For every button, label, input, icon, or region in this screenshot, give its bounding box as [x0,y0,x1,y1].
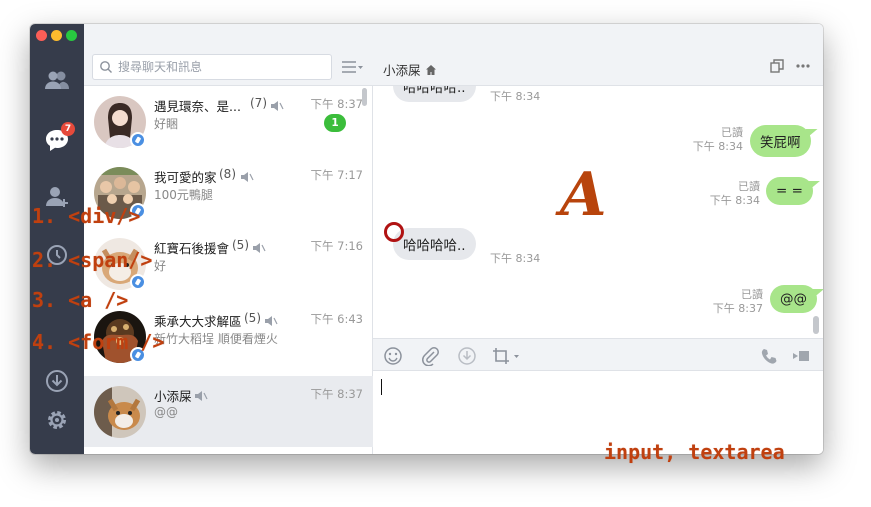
zoom-window-button[interactable] [66,30,77,41]
friends-icon[interactable] [44,67,70,93]
chat-list-item[interactable]: 遇見環奈、是... (7) 下午 8:37 好睏 1 [84,86,373,157]
search-box[interactable] [92,54,332,80]
outgoing-message: = = [766,177,813,205]
chat-name: 紅寶石後援會 [154,241,230,256]
chat-icon[interactable]: 7 [44,122,75,153]
keep-button[interactable] [457,346,477,366]
minimize-window-button[interactable] [51,30,62,41]
window-controls [36,30,77,41]
member-count: (5) [244,311,261,325]
mute-icon [264,312,278,326]
read-receipt: 已讀 [721,126,743,139]
chat-name: 我可愛的家 [154,170,217,185]
annotation-a: 3. <a /> [32,288,129,312]
mute-icon [194,387,208,401]
screenshot-button[interactable] [491,346,523,366]
search-input[interactable] [118,60,318,74]
attach-button[interactable] [420,346,440,366]
pin-icon [130,132,146,148]
settings-icon[interactable] [44,407,70,433]
mute-icon [270,97,284,111]
annotation-form: 4. <form /> [32,330,165,354]
text-caret [381,379,382,395]
stage: 7 搜尋聊天和訊息 遇見環奈、是... (7) 下午 8:37 好睏 1 我可愛… [0,0,871,507]
mute-icon [252,239,266,253]
member-count: (8) [219,167,236,181]
download-icon[interactable] [44,368,70,394]
chat-preview: 100元鴨腿 [154,188,213,202]
chat-name: 小添屎 [154,389,192,404]
message-time: 下午 8:34 [490,90,541,103]
message-scrollbar[interactable] [813,316,819,334]
pin-icon [130,274,146,290]
member-count: (7) [250,96,267,110]
message-time: 下午 8:34 [709,194,760,207]
composer-toolbar [373,338,823,371]
incoming-message: 哈哈哈哈.. [393,86,476,102]
chat-title: 小添屎 [383,63,421,78]
mute-icon [240,168,254,182]
list-menu-button[interactable] [340,58,364,76]
unread-badge: 1 [324,114,346,132]
chat-time: 下午 8:37 [310,97,363,111]
line-app-window: 7 搜尋聊天和訊息 遇見環奈、是... (7) 下午 8:37 好睏 1 我可愛… [30,24,823,454]
chat-header: 小添屎 [373,24,823,86]
copy-window-button[interactable] [769,58,785,74]
member-count: (5) [232,238,249,252]
chat-time: 下午 7:16 [310,239,363,253]
phone-icon [761,349,777,364]
home-icon[interactable] [425,61,437,75]
annotation-input-textarea: input, textarea [604,440,785,464]
annotation-big-letter: A [560,160,607,230]
read-receipt: 已讀 [738,180,760,193]
message-meta: 已讀 下午 8:37 [673,288,763,316]
read-receipt: 已讀 [741,288,763,301]
chat-list-header [84,24,373,86]
chat-preview: 好睏 [154,117,179,131]
chat-time: 下午 7:17 [310,168,363,182]
paperclip-icon [422,347,439,366]
search-icon [100,61,112,73]
more-button[interactable] [795,58,811,74]
chat-time: 下午 8:37 [310,387,363,401]
message-time: 下午 8:34 [490,252,541,265]
more-icon [796,64,810,68]
message-meta: 已讀 下午 8:34 [670,180,760,208]
left-rail: 7 [30,24,84,454]
download-circle-icon [458,347,476,365]
outgoing-message: @@ [770,285,817,313]
chat-preview: @@ [154,405,178,419]
chat-time: 下午 6:43 [310,312,363,326]
list-scrollbar[interactable] [362,88,367,106]
annotation-span: 2. <span/> [32,248,153,272]
incoming-message: 哈哈哈哈.. [393,228,476,260]
annotation-circle [384,222,404,242]
crop-icon [493,348,519,364]
message-time: 下午 8:37 [712,302,763,315]
chat-name: 乘承大大求解區 [154,314,242,329]
close-window-button[interactable] [36,30,47,41]
smile-icon [384,347,402,365]
chat-unread-badge: 7 [61,122,75,136]
chat-list-item-selected[interactable]: 小添屎 下午 8:37 @@ [84,376,373,447]
copy-icon [770,59,784,73]
chat-preview: 好 [154,259,167,273]
outgoing-message: 笑屁啊 [750,125,811,157]
list-menu-icon [342,61,363,73]
annotation-div: 1. <div/> [32,204,141,228]
message-meta: 已讀 下午 8:34 [653,126,743,154]
chat-name: 遇見環奈、是... [154,99,241,114]
video-call-button[interactable] [791,346,811,366]
chat-pane: 小添屎 哈哈哈哈.. 下午 8:34 已讀 下午 8:34 笑屁啊 已讀 下午 … [373,24,823,454]
message-time: 下午 8:34 [692,140,743,153]
chat-preview: 新竹大稻埕 順便看煙火 [154,332,278,346]
video-icon [793,351,809,361]
avatar [94,386,146,438]
voice-call-button[interactable] [759,346,779,366]
chat-list-pane: 遇見環奈、是... (7) 下午 8:37 好睏 1 我可愛的家 (8) 下午 … [84,24,373,454]
emoji-button[interactable] [383,346,403,366]
